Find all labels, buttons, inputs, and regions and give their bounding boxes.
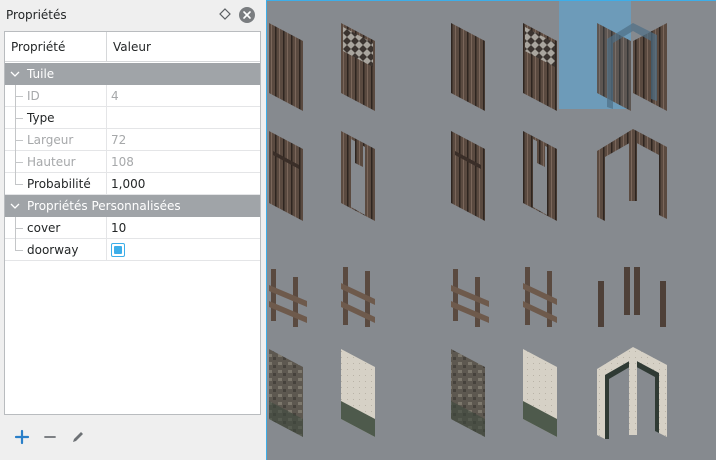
property-name: cover [27, 221, 61, 235]
property-name: Hauteur [27, 155, 76, 169]
tile-plank-wall[interactable] [269, 23, 303, 111]
tile-plank-door-open[interactable] [523, 131, 557, 221]
minus-icon[interactable] [41, 428, 59, 446]
tree-branch [15, 162, 23, 163]
tree-branch [15, 96, 23, 97]
property-name: doorway [27, 243, 79, 257]
property-value-input[interactable]: 1,000 [111, 177, 145, 191]
property-row-width[interactable]: Largeur 72 [5, 129, 260, 151]
tile-stone-wall[interactable] [451, 349, 485, 437]
property-value: 108 [111, 155, 134, 169]
tile-fence-post[interactable] [341, 267, 375, 327]
group-custom-properties[interactable]: Propriétés Personnalisées [5, 195, 260, 217]
tile-fence-post[interactable] [523, 267, 557, 327]
tileset-view[interactable] [266, 0, 716, 460]
property-row-doorway[interactable]: doorway [5, 239, 260, 261]
tile-plaster-wall[interactable] [341, 349, 375, 437]
property-row-type[interactable]: Type [5, 107, 260, 129]
cell-divider [106, 173, 107, 195]
property-name: Probabilité [27, 177, 91, 191]
properties-table: Propriété Valeur Tuile ID 4 Type Largeur [4, 31, 261, 415]
property-row-probability[interactable]: Probabilité 1,000 [5, 173, 260, 195]
table-header: Propriété Valeur [5, 32, 260, 62]
cell-divider [106, 239, 107, 261]
tile-mesh-wall[interactable] [523, 23, 557, 111]
chevron-down-icon[interactable] [9, 68, 21, 80]
tile-plaster-arch[interactable] [597, 347, 667, 439]
dock-title-bar: Propriétés [0, 0, 264, 30]
tile-posts[interactable] [598, 267, 666, 327]
group-label: Tuile [27, 67, 55, 81]
plus-icon[interactable] [13, 428, 31, 446]
cell-divider [106, 107, 107, 129]
tile-plaster-wall[interactable] [523, 349, 557, 437]
pencil-icon[interactable] [69, 428, 87, 446]
properties-dock: Propriétés Propriété Valeur Tuile ID 4 T… [0, 0, 264, 460]
tree-branch [15, 184, 23, 185]
property-value: 72 [111, 133, 127, 147]
property-name: ID [27, 89, 40, 103]
dock-title: Propriétés [6, 8, 67, 22]
column-header-value[interactable]: Valeur [113, 40, 151, 54]
checkbox-checked-mark [114, 246, 122, 254]
tile-fence[interactable] [269, 269, 307, 327]
cell-divider [106, 151, 107, 173]
cell-divider [106, 85, 107, 107]
tree-branch [15, 228, 23, 229]
diamond-icon[interactable] [218, 7, 232, 21]
cell-divider [106, 217, 107, 239]
property-name: Largeur [27, 133, 74, 147]
property-value-input[interactable]: 10 [111, 221, 126, 235]
property-name: Type [27, 111, 55, 125]
tile-plank-wall[interactable] [451, 23, 485, 111]
tree-line [15, 173, 16, 184]
group-label: Propriétés Personnalisées [27, 199, 181, 213]
tree-branch [15, 118, 23, 119]
tile-plank-door-open[interactable] [341, 131, 375, 221]
column-divider[interactable] [106, 32, 107, 62]
tile-mesh-wall[interactable] [341, 23, 375, 111]
group-tile[interactable]: Tuile [5, 63, 260, 85]
tile-fence[interactable] [451, 269, 489, 327]
close-icon[interactable] [239, 7, 255, 23]
properties-toolbar [0, 422, 264, 452]
tree-line [15, 239, 16, 250]
doorway-checkbox[interactable] [111, 243, 125, 257]
cell-divider [106, 129, 107, 151]
property-row-height[interactable]: Hauteur 108 [5, 151, 260, 173]
property-value: 4 [111, 89, 119, 103]
tile-plank-door[interactable] [451, 131, 485, 221]
tile-arch-doorway[interactable] [597, 129, 667, 221]
tileset-canvas[interactable] [267, 1, 716, 460]
property-row-cover[interactable]: cover 10 [5, 217, 260, 239]
tile-stone-wall[interactable] [269, 349, 303, 437]
tree-branch [15, 140, 23, 141]
column-header-property[interactable]: Propriété [11, 40, 65, 54]
tree-branch [15, 250, 23, 251]
tile-plank-door[interactable] [269, 131, 303, 221]
tile-arch-doorway[interactable] [597, 23, 667, 111]
property-row-id[interactable]: ID 4 [5, 85, 260, 107]
chevron-down-icon[interactable] [9, 200, 21, 212]
